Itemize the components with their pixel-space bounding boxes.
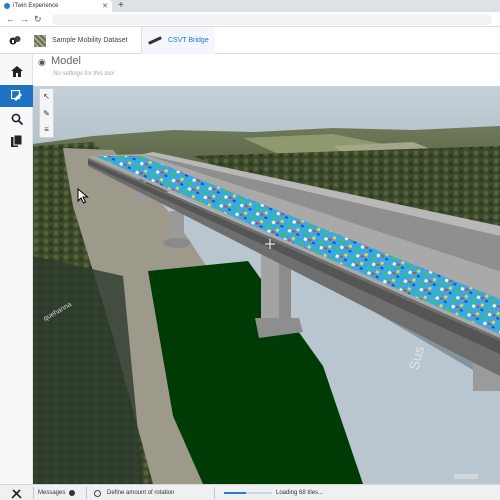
browser-tab-bar: iTwin Experience ✕ +	[0, 0, 500, 12]
back-icon[interactable]: ←	[6, 13, 15, 25]
status-bar: Messages Define amount of rotation Loadi…	[0, 484, 500, 500]
dataset-thumbnail-icon	[34, 34, 46, 47]
url-input[interactable]	[52, 14, 492, 25]
left-rail	[0, 54, 33, 484]
messages-button[interactable]: Messages	[38, 485, 76, 500]
bridge-model-icon	[148, 36, 162, 45]
breadcrumb-dataset[interactable]: Sample Mobility Dataset	[34, 27, 127, 54]
breadcrumb-dataset-label: Sample Mobility Dataset	[52, 37, 128, 44]
app-header: Sample Mobility Dataset CSVT Bridge	[0, 27, 500, 54]
visibility-icon[interactable]: ◉	[38, 57, 46, 68]
model-settings-icon	[10, 90, 22, 101]
rail-item-search[interactable]	[0, 108, 33, 130]
close-tab-icon[interactable]: ✕	[102, 2, 108, 10]
search-icon	[11, 113, 23, 125]
rotation-hint: Define amount of rotation	[107, 490, 175, 496]
browser-address-bar: ← → ↻	[0, 12, 500, 27]
select-tool-icon[interactable]: ↖	[40, 89, 53, 104]
bridge-scene: Sus quehanna	[33, 86, 500, 484]
browser-tab[interactable]: iTwin Experience ✕	[0, 0, 112, 12]
3d-viewport[interactable]: Sus quehanna	[33, 86, 500, 484]
forward-icon[interactable]: →	[20, 13, 29, 25]
panel-subtitle: No settings for this tool	[53, 71, 115, 77]
browser-tab-title: iTwin Experience	[13, 3, 59, 9]
rail-item-model[interactable]	[0, 85, 33, 107]
tile-loading-progress	[224, 492, 272, 494]
app-logo-icon[interactable]	[9, 35, 21, 46]
menu-tool-icon[interactable]: ≡	[40, 122, 53, 137]
status-divider	[33, 487, 34, 499]
loading-text: Loading 68 tiles...	[276, 490, 324, 496]
breadcrumb-bridge[interactable]: CSVT Bridge	[142, 27, 215, 54]
new-tab-icon[interactable]: +	[118, 0, 124, 11]
tool-settings-button[interactable]	[4, 487, 28, 499]
model-panel-header: ◉ Model No settings for this tool	[33, 54, 500, 86]
map-label-decal: Sus	[405, 344, 427, 371]
rotate-icon	[94, 489, 101, 497]
messages-icon	[69, 490, 76, 496]
scale-indicator	[454, 474, 478, 479]
tools-icon	[10, 488, 22, 499]
viewport-toolbar: ↖ ✎ ≡	[39, 88, 54, 138]
breadcrumb-bridge-label: CSVT Bridge	[168, 37, 209, 44]
home-icon	[10, 65, 23, 77]
rail-item-documents[interactable]	[0, 130, 33, 152]
mouse-cursor-icon	[77, 188, 89, 204]
panel-title: Model	[51, 55, 81, 67]
reload-icon[interactable]: ↻	[34, 13, 42, 25]
messages-label: Messages	[38, 490, 66, 496]
status-divider	[86, 487, 87, 499]
rotation-prompt: Define amount of rotation	[94, 485, 174, 500]
app-favicon-icon	[4, 3, 10, 9]
status-divider	[214, 487, 215, 499]
tile-loading-progress-fill	[224, 492, 246, 494]
loading-status: Loading 68 tiles...	[276, 485, 323, 500]
rail-item-home[interactable]	[0, 60, 33, 82]
documents-icon	[11, 135, 22, 147]
measure-tool-icon[interactable]: ✎	[40, 106, 53, 121]
